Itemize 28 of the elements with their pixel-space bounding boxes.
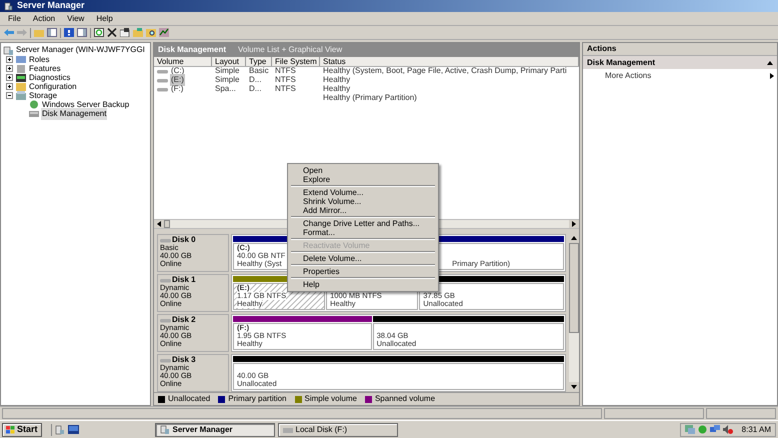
table-cell-text: Spa... [215,84,236,96]
legend-label: Simple volume [304,393,357,405]
table-cell-text: D... [249,74,262,86]
disk-name: Disk 3 [172,356,196,364]
disk-name: Disk 2 [172,316,196,324]
legend-label: Primary partition [228,393,286,405]
action-label: More Actions [605,70,652,82]
table-cell-text: NTFS [275,66,296,76]
clock: 8:31 AM [742,424,771,436]
legend-label: Unallocated [168,393,210,405]
table-cell-text: Simple [215,66,240,76]
actions-title: Actions [583,43,777,56]
table-cell-text: Healthy (System, Boot, Page File, Active, Crash Dump, Primary Parti [323,65,567,76]
disk-name: Disk 0 [172,236,196,244]
table-cell-text: Basic [249,66,269,76]
section-title: Disk Management [587,56,656,68]
legend-label: Spanned volume [374,393,436,405]
table-cell-text: NTFS [275,74,296,85]
table-cell-text: Simple [215,75,240,85]
panel-subtitle: Volume List + Graphical View [238,44,342,56]
table-cell-text: Healthy (Primary Partition) [323,93,417,104]
table-cell-text: Healthy [323,84,350,94]
disk-name: Disk 1 [172,276,196,284]
window-title: Server Manager [17,0,85,12]
panel-title: Disk Management [158,44,226,56]
table-cell: NTFS [275,83,296,96]
table-cell-text: Healthy [323,75,350,85]
table-cell: D... [249,83,262,96]
